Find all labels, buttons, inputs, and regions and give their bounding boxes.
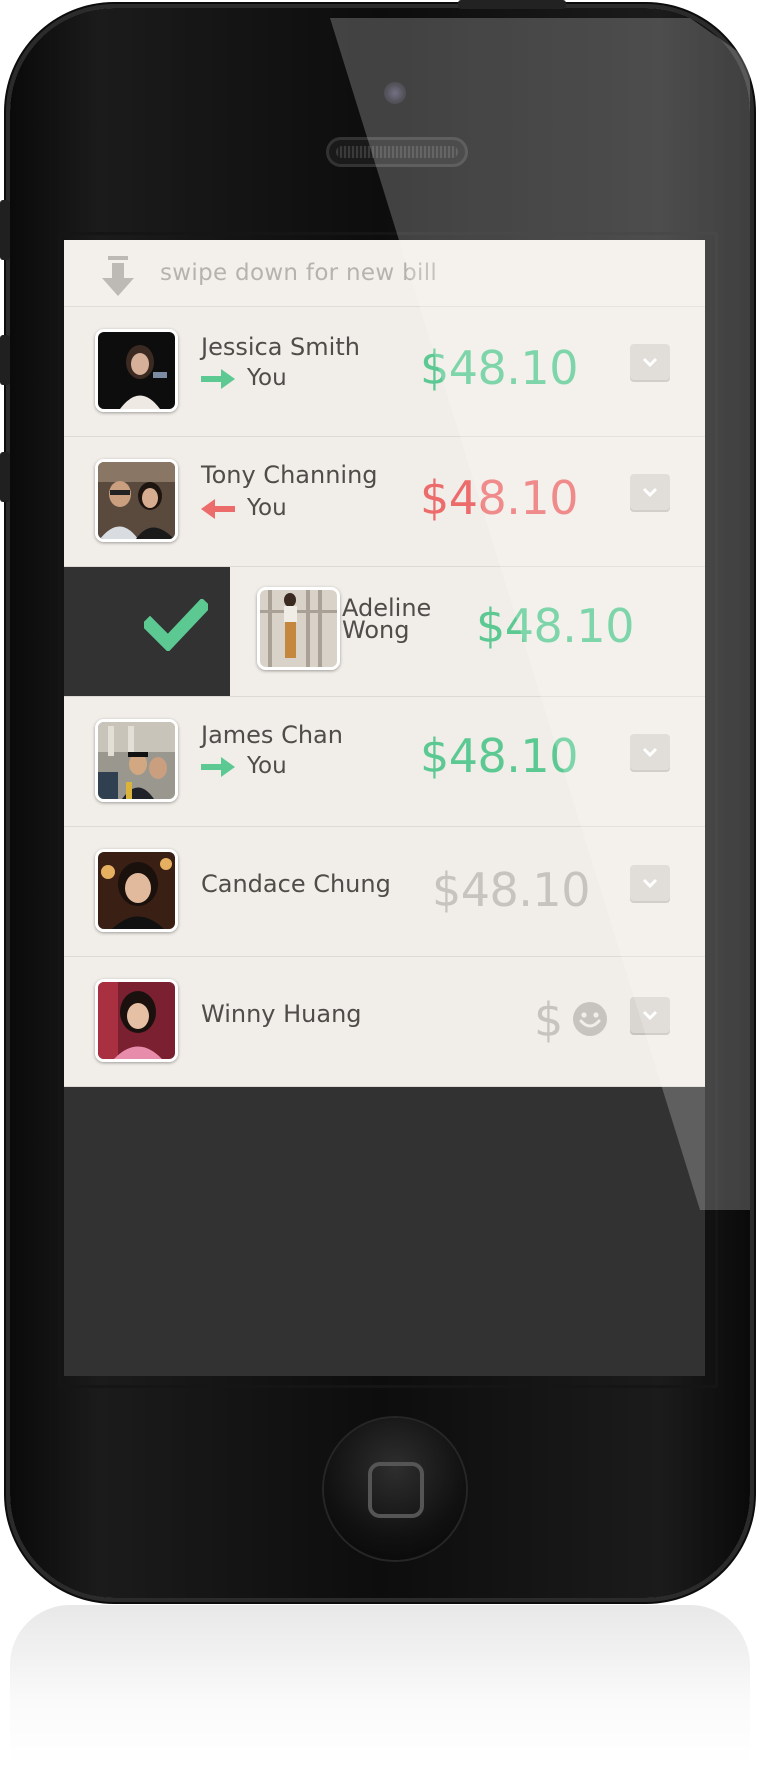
phone-reflection <box>10 1605 750 1767</box>
screen-glare <box>330 18 750 1210</box>
